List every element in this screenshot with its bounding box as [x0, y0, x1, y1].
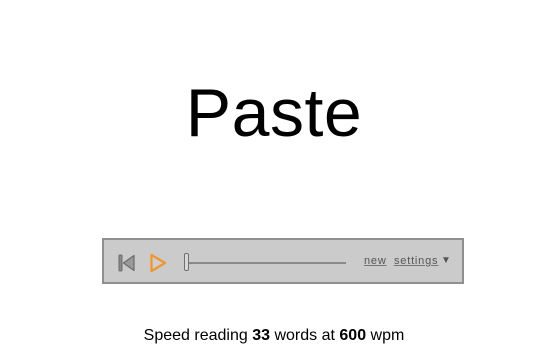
new-link[interactable]: new: [364, 255, 387, 267]
status-prefix: Speed reading: [143, 327, 248, 344]
status-middle: words at: [274, 327, 335, 344]
chevron-down-icon[interactable]: ▼: [441, 255, 451, 266]
status-suffix: wpm: [370, 327, 405, 344]
wpm-value: 600: [339, 327, 367, 344]
reader-control-bar: new settings ▼: [102, 238, 464, 284]
skip-back-icon[interactable]: [117, 253, 137, 273]
progress-slider-handle[interactable]: [184, 253, 189, 271]
play-icon[interactable]: [148, 253, 168, 273]
word-display: Paste: [185, 75, 363, 151]
word-count: 33: [252, 327, 271, 344]
progress-slider-track[interactable]: [188, 262, 346, 264]
reading-status: Speed reading 33 words at 600 wpm: [0, 327, 548, 345]
settings-link[interactable]: settings: [394, 255, 438, 267]
